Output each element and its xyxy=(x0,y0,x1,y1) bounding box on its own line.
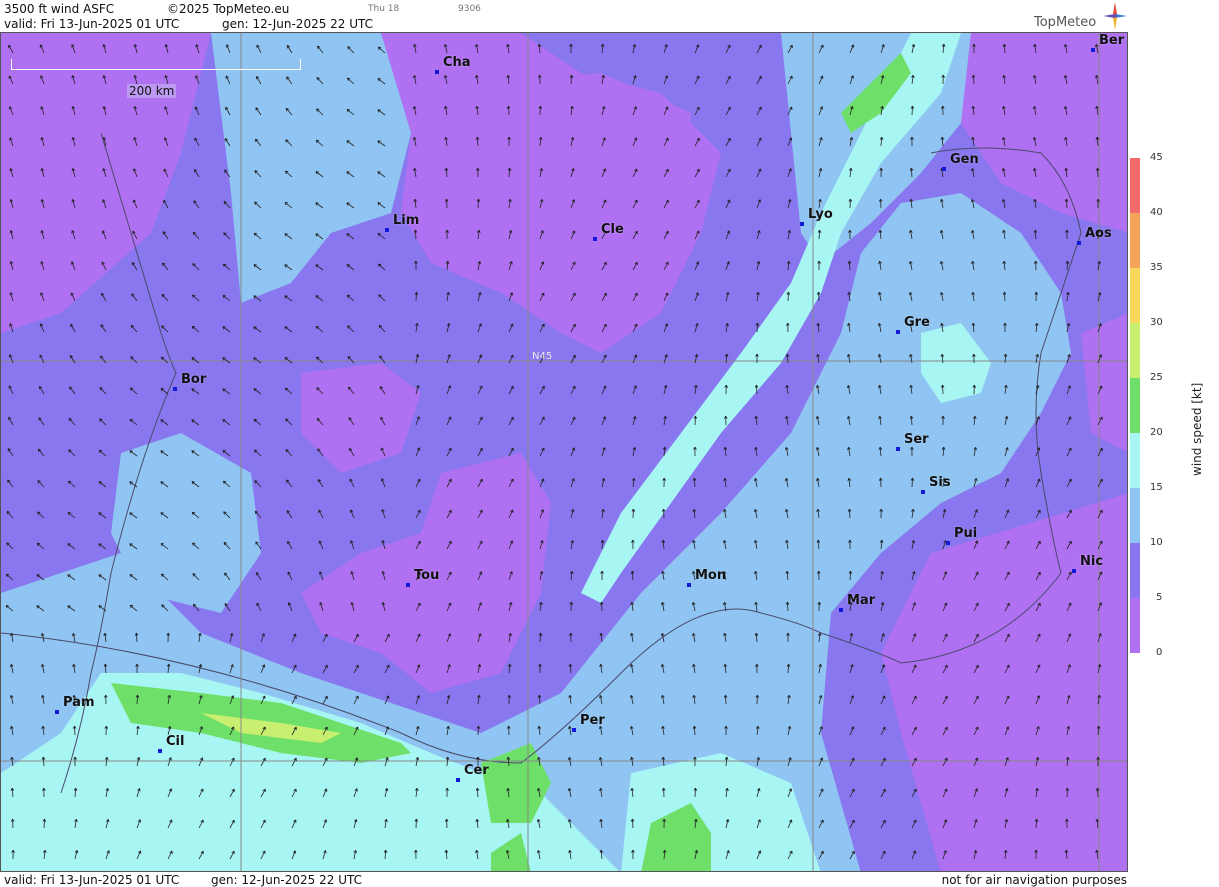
city-dot xyxy=(456,778,460,782)
legend-swatch xyxy=(1130,213,1140,268)
code-label: 9306 xyxy=(458,4,481,14)
city-dot xyxy=(406,583,410,587)
copyright: ©2025 TopMeteo.eu xyxy=(167,2,290,16)
scale-bar xyxy=(11,59,301,70)
city-label: Nic xyxy=(1080,554,1104,569)
city-dot xyxy=(158,749,162,753)
latitude-grid-label: N45 xyxy=(532,351,553,362)
city-label: Mar xyxy=(847,593,876,608)
footer-valid: valid: Fri 13-Jun-2025 01 UTC xyxy=(4,873,180,887)
city-dot xyxy=(385,228,389,232)
city-label: Sis xyxy=(929,475,951,490)
city-dot xyxy=(435,70,439,74)
city-label: Cle xyxy=(601,222,624,237)
topmeteo-logo-text: TopMeteo xyxy=(1034,15,1097,30)
city-label: Ser xyxy=(904,432,929,447)
city-dot xyxy=(173,387,177,391)
city-dot xyxy=(593,237,597,241)
city-label: Lim xyxy=(393,213,420,228)
city-dot xyxy=(896,447,900,451)
city-label: Bor xyxy=(181,372,207,387)
city-dot xyxy=(1072,569,1076,573)
city-label: Pam xyxy=(63,695,95,710)
legend-swatch xyxy=(1130,488,1140,543)
city-label: Tou xyxy=(414,568,440,583)
disclaimer: not for air navigation purposes xyxy=(941,873,1127,887)
scale-label: 200 km xyxy=(127,84,177,98)
legend-tick: 30 xyxy=(1150,317,1163,328)
city-dot xyxy=(942,167,946,171)
city-label: Lyo xyxy=(808,207,833,222)
city-dot xyxy=(1091,48,1095,52)
city-label: Ber xyxy=(1099,33,1125,48)
footer-gen: gen: 12-Jun-2025 22 UTC xyxy=(210,873,362,887)
valid-time: valid: Fri 13-Jun-2025 01 UTC xyxy=(4,17,180,31)
city-label: Cha xyxy=(443,55,471,70)
city-dot xyxy=(839,608,843,612)
city-dot xyxy=(55,710,59,714)
legend-tick: 45 xyxy=(1150,152,1163,163)
legend-tick: 35 xyxy=(1150,262,1163,273)
day-label: Thu 18 xyxy=(368,4,400,14)
city-label: Gre xyxy=(904,315,930,330)
legend-swatch xyxy=(1130,598,1140,653)
legend-swatch xyxy=(1130,543,1140,598)
legend-tick: 15 xyxy=(1150,482,1163,493)
city-dot xyxy=(896,330,900,334)
legend-swatch xyxy=(1130,158,1140,213)
generated-time: gen: 12-Jun-2025 22 UTC xyxy=(222,17,374,31)
legend-swatch xyxy=(1130,323,1140,378)
legend-swatch xyxy=(1130,378,1140,433)
city-label: Mon xyxy=(695,568,727,583)
legend-tick: 40 xyxy=(1150,207,1163,218)
legend-title: wind speed [kt] xyxy=(1190,382,1204,476)
city-label: Cil xyxy=(166,734,185,749)
city-label: Gen xyxy=(950,152,979,167)
legend-tick: 25 xyxy=(1150,372,1163,383)
city-dot xyxy=(687,583,691,587)
city-label: Cer xyxy=(464,763,489,778)
city-dot xyxy=(921,490,925,494)
legend-tick: 0 xyxy=(1156,647,1163,658)
legend-swatch xyxy=(1130,433,1140,488)
city-dot xyxy=(800,222,804,226)
compass-logo-icon xyxy=(1103,2,1127,30)
wind-speed-legend: 45 40 35 30 25 20 15 10 5 0 xyxy=(1130,152,1219,658)
wind-map[interactable]: 200 km N45 Cha Ber Gen Lim Cle Lyo Aos G… xyxy=(0,32,1128,872)
city-dot xyxy=(572,728,576,732)
city-label: Pui xyxy=(954,526,978,541)
city-label: Aos xyxy=(1085,226,1112,241)
footer-valid-time: valid: Fri 13-Jun-2025 01 UTC gen: 12-Ju… xyxy=(4,873,362,887)
legend-tick: 10 xyxy=(1150,537,1163,548)
legend-tick: 20 xyxy=(1150,427,1163,438)
legend-swatch xyxy=(1130,268,1140,323)
map-title: 3500 ft wind ASFC xyxy=(4,2,115,16)
city-dot xyxy=(1077,241,1081,245)
legend-tick: 5 xyxy=(1156,592,1163,603)
city-label: Per xyxy=(580,713,605,728)
city-dot xyxy=(946,541,950,545)
